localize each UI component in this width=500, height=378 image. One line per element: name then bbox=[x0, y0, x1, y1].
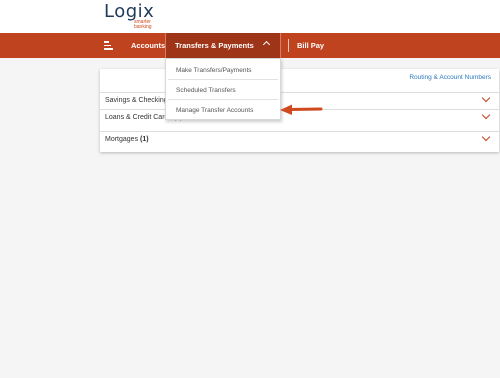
annotation-arrow-icon bbox=[280, 104, 323, 115]
